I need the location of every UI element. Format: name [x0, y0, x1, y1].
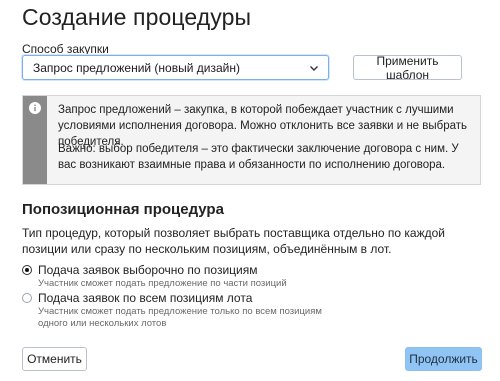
radio-option-hint: Участник сможет подать предложение по ча… — [38, 278, 287, 289]
notice-paragraph-2: Важно: выбор победителя – это фактически… — [58, 143, 459, 171]
info-icon — [29, 102, 41, 114]
procurement-method-value: Запрос предложений (новый дизайн) — [33, 60, 240, 75]
section-description: Тип процедур, который позволяет выбрать … — [22, 226, 445, 256]
info-notice: Запрос предложений – закупка, в которой … — [22, 95, 481, 185]
procurement-method-select[interactable]: Запрос предложений (новый дизайн) — [22, 55, 329, 80]
radio-button-unchecked[interactable] — [22, 293, 32, 303]
radio-option-label[interactable]: Подача заявок выборочно по позициям — [38, 263, 257, 277]
chevron-down-icon — [310, 66, 318, 71]
radio-option-hint: Участник сможет подать предложение тольк… — [38, 306, 322, 329]
radio-button-checked[interactable] — [22, 265, 32, 275]
page-title: Создание процедуры — [22, 4, 252, 30]
apply-template-button[interactable]: Применить шаблон — [353, 54, 462, 82]
section-title: Попозиционная процедура — [22, 201, 224, 218]
procurement-method-label: Способ закупки — [22, 42, 109, 56]
cancel-button[interactable]: Отменить — [22, 347, 87, 371]
continue-button[interactable]: Продолжить — [405, 347, 482, 371]
radio-option-label[interactable]: Подача заявок по всем позициям лота — [38, 291, 252, 305]
